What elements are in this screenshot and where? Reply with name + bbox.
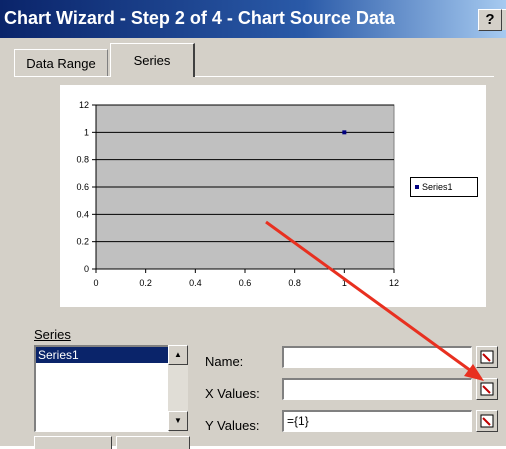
y-values-ref-button[interactable] (476, 410, 498, 432)
x-tick-label: 12 (389, 278, 399, 288)
y-tick-label: 0.8 (76, 155, 89, 165)
name-label: Name: (205, 354, 244, 369)
tab-border (194, 76, 494, 77)
tab-border (14, 76, 110, 77)
name-ref-button[interactable] (476, 346, 498, 368)
window-title: Chart Wizard - Step 2 of 4 - Chart Sourc… (4, 8, 395, 28)
series-label: Series (34, 327, 71, 342)
x-values-field[interactable] (282, 378, 472, 400)
chart-legend: Series1 (410, 177, 478, 197)
scroll-up-icon[interactable]: ▲ (168, 345, 188, 365)
x-tick-label: 0 (93, 278, 98, 288)
collapse-dialog-icon (480, 414, 494, 428)
x-tick-label: 0.4 (189, 278, 202, 288)
listbox-scrollbar[interactable]: ▲ ▼ (168, 345, 188, 431)
y-tick-label: 0 (84, 264, 89, 274)
x-tick-label: 1 (342, 278, 347, 288)
list-item[interactable]: Series1 (36, 347, 168, 363)
y-tick-label: 12 (79, 100, 89, 110)
data-point (342, 130, 347, 135)
scroll-down-icon[interactable]: ▼ (168, 411, 188, 431)
x-tick-label: 0.2 (139, 278, 152, 288)
legend-marker (415, 185, 419, 190)
title-bar: Chart Wizard - Step 2 of 4 - Chart Sourc… (0, 0, 506, 38)
x-values-label: X Values: (205, 386, 260, 401)
tab-series[interactable]: Series (110, 43, 195, 77)
y-values-field[interactable]: ={1} (282, 410, 472, 432)
y-tick-label: 0.2 (76, 237, 89, 247)
x-values-ref-button[interactable] (476, 378, 498, 400)
series-listbox[interactable]: Series1 (34, 345, 169, 432)
collapse-dialog-icon (480, 350, 494, 364)
collapse-dialog-icon (480, 382, 494, 396)
y-tick-label: 1 (84, 127, 89, 137)
x-tick-label: 0.8 (288, 278, 301, 288)
chart-preview: 0 0.2 0.4 0.6 0.8 1 12 0 0.2 0.4 0.6 0.8 1 12 Series1 (60, 85, 486, 307)
close-button[interactable] (502, 9, 506, 30)
y-values-label: Y Values: (205, 418, 260, 433)
help-button[interactable]: ? (478, 9, 502, 31)
remove-button[interactable] (116, 436, 190, 449)
x-tick-label: 0.6 (239, 278, 252, 288)
series-label-text: Series (34, 327, 71, 342)
name-field[interactable] (282, 346, 472, 368)
add-button[interactable] (34, 436, 112, 449)
legend-label: Series1 (422, 182, 453, 192)
y-tick-label: 0.4 (76, 209, 89, 219)
tab-data-range[interactable]: Data Range (14, 49, 108, 77)
y-tick-label: 0.6 (76, 182, 89, 192)
